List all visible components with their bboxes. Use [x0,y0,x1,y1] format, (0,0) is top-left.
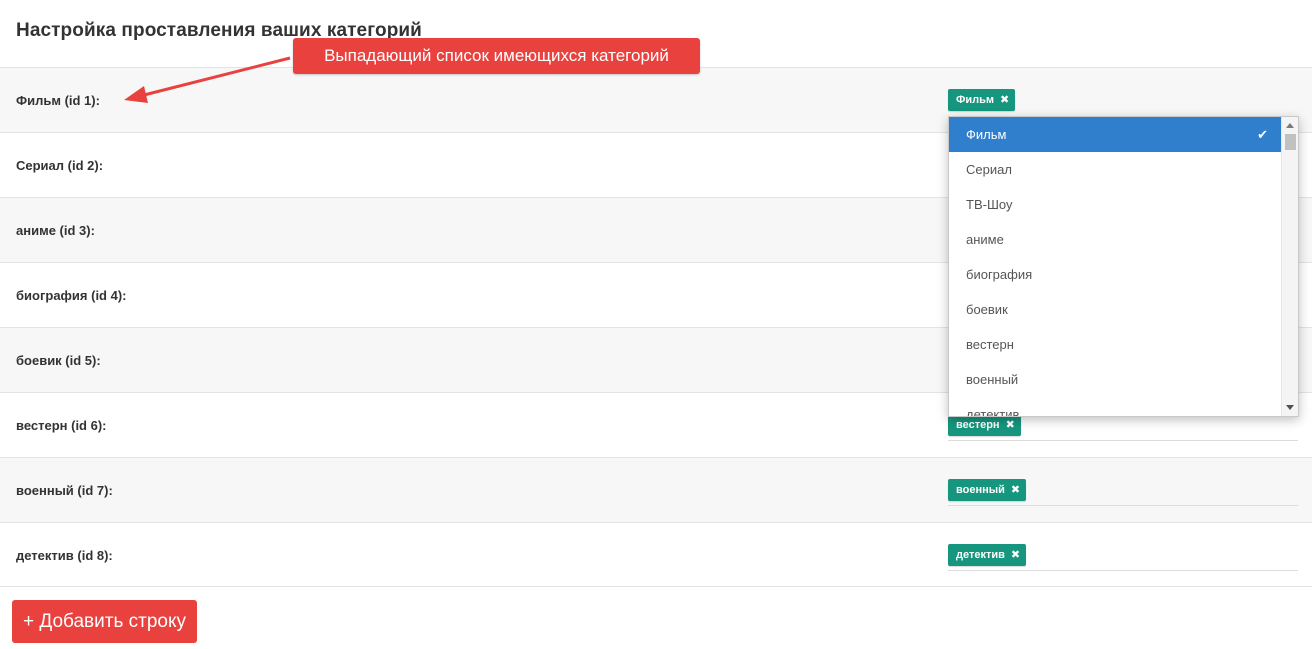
add-row-button[interactable]: + Добавить строку [12,600,197,643]
category-settings-page: Настройка проставления ваших категорий Ф… [0,0,1312,649]
annotation-callout: Выпадающий список имеющихся категорий [293,38,700,74]
annotation-arrow-icon [124,56,291,103]
